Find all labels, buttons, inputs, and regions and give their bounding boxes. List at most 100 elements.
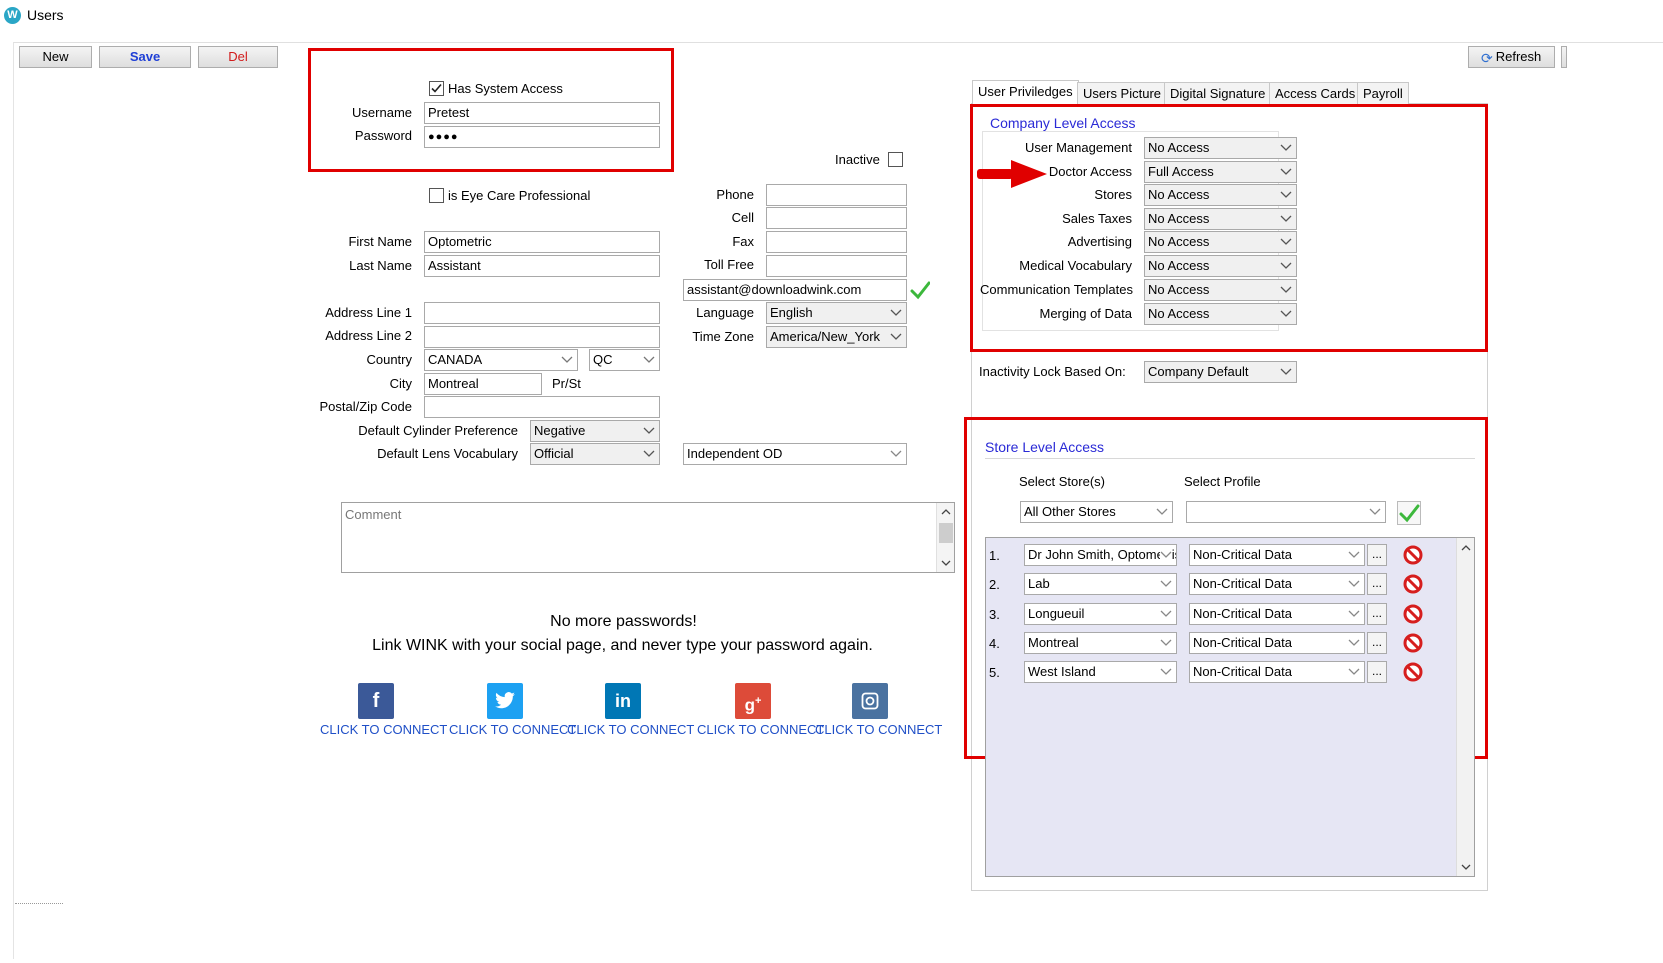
store-select[interactable]: Montreal [1024,632,1177,654]
remove-store-icon[interactable] [1403,662,1423,682]
store-select[interactable]: Lab [1024,573,1177,595]
chevron-down-icon [890,444,902,464]
communication-templates-select[interactable]: No Access [1144,279,1297,301]
comment-scrollbar[interactable] [936,503,954,572]
city-label: City [389,376,412,391]
profile-details-button[interactable]: ... [1367,573,1387,595]
refresh-button[interactable]: ⟳ Refresh [1468,46,1555,68]
toll-free-input[interactable] [766,255,907,277]
email-input[interactable]: assistant@downloadwink.com [683,279,907,301]
tab-payroll[interactable]: Payroll [1357,82,1409,104]
refresh-label: Refresh [1495,49,1542,64]
company-access-label: Medical Vocabulary [1019,258,1132,273]
od-type-select[interactable]: Independent OD [683,443,907,465]
profile-select[interactable]: Non-Critical Data [1189,603,1365,625]
eye-care-professional-checkbox[interactable] [429,188,444,203]
language-select[interactable]: English [766,302,907,324]
select-value: No Access [1148,282,1210,297]
inactive-checkbox[interactable] [888,152,903,167]
chevron-down-icon [1348,662,1360,682]
select-value: Non-Critical Data [1193,576,1292,591]
profile-details-button[interactable]: ... [1367,661,1387,683]
city-input[interactable]: Montreal [424,373,542,395]
toll-free-label: Toll Free [704,257,754,272]
store-select[interactable]: Dr John Smith, Optometrist [1024,544,1177,566]
company-access-title: Company Level Access [990,115,1136,131]
fax-input[interactable] [766,231,907,253]
username-input[interactable]: Pretest [424,102,660,124]
doctor-access-select[interactable]: Full Access [1144,161,1297,183]
sales-taxes-select[interactable]: No Access [1144,208,1297,230]
remove-store-icon[interactable] [1403,574,1423,594]
tab-access-cards[interactable]: Access Cards [1269,82,1362,104]
profile-select[interactable]: Non-Critical Data [1189,573,1365,595]
remove-store-icon[interactable] [1403,633,1423,653]
comment-textarea[interactable]: Comment [341,502,955,573]
twitter-icon[interactable] [487,683,523,719]
instagram-icon[interactable] [852,683,888,719]
store-select[interactable]: West Island [1024,661,1177,683]
profile-select[interactable]: Non-Critical Data [1189,661,1365,683]
first-name-input[interactable]: Optometric [424,231,660,253]
user-management-select[interactable]: No Access [1144,137,1297,159]
row-number: 2. [989,577,1000,592]
social-headline: No more passwords! [550,613,697,630]
store-list-scrollbar[interactable] [1456,538,1474,876]
row-number: 1. [989,548,1000,563]
red-arrow-icon [977,160,1047,188]
comment-scroll-thumb[interactable] [939,523,953,543]
linkedin-connect-link[interactable]: CLICK TO CONNECT [567,722,694,737]
select-value: Full Access [1148,164,1214,179]
address-line-1-input[interactable] [424,302,660,324]
select-value: All Other Stores [1024,504,1116,519]
add-store-profile-button[interactable] [1397,501,1421,525]
toolbar-overflow-button[interactable] [1561,46,1567,68]
profile-details-button[interactable]: ... [1367,632,1387,654]
last-name-label: Last Name [349,258,412,273]
medical-vocabulary-select[interactable]: No Access [1144,255,1297,277]
postal-code-input[interactable] [424,396,660,418]
stores-access-select[interactable]: No Access [1144,184,1297,206]
new-button[interactable]: New [19,46,92,68]
password-label: Password [354,128,412,143]
select-profile-dropdown[interactable] [1186,501,1386,523]
country-select[interactable]: CANADA [424,349,578,371]
profile-select[interactable]: Non-Critical Data [1189,632,1365,654]
postal-code-label: Postal/Zip Code [319,399,413,414]
tab-user-priviledges[interactable]: User Priviledges [972,80,1079,104]
inactivity-lock-select[interactable]: Company Default [1144,361,1297,383]
province-select[interactable]: QC [589,349,660,371]
profile-details-button[interactable]: ... [1367,544,1387,566]
select-stores-dropdown[interactable]: All Other Stores [1020,501,1173,523]
cell-input[interactable] [766,207,907,229]
twitter-connect-link[interactable]: CLICK TO CONNECT [449,722,576,737]
profile-details-button[interactable]: ... [1367,603,1387,625]
select-profile-label: Select Profile [1184,474,1261,489]
remove-store-icon[interactable] [1403,545,1423,565]
password-input[interactable]: ●●●● [424,126,660,148]
linkedin-icon[interactable]: in [605,683,641,719]
merging-of-data-select[interactable]: No Access [1144,303,1297,325]
tab-users-picture[interactable]: Users Picture [1077,82,1168,104]
lens-vocabulary-select[interactable]: Official [530,443,660,465]
advertising-select[interactable]: No Access [1144,231,1297,253]
facebook-icon[interactable]: f [358,683,394,719]
google-plus-connect-link[interactable]: CLICK TO CONNECT [697,722,824,737]
phone-input[interactable] [766,184,907,206]
address-line-2-input[interactable] [424,326,660,348]
lens-vocabulary-label: Default Lens Vocabulary [377,446,518,461]
remove-store-icon[interactable] [1403,604,1423,624]
instagram-connect-link[interactable]: CLICK TO CONNECT [815,722,942,737]
google-plus-icon[interactable]: g+ [735,683,771,719]
cylinder-preference-select[interactable]: Negative [530,420,660,442]
save-button[interactable]: Save [99,46,191,68]
delete-button[interactable]: Del [198,46,278,68]
store-select[interactable]: Longueuil [1024,603,1177,625]
profile-select[interactable]: Non-Critical Data [1189,544,1365,566]
tab-digital-signature[interactable]: Digital Signature [1164,82,1272,104]
time-zone-select[interactable]: America/New_York [766,326,907,348]
last-name-input[interactable]: Assistant [424,255,660,277]
chevron-down-icon [1160,604,1172,624]
has-system-access-checkbox[interactable] [429,81,444,96]
facebook-connect-link[interactable]: CLICK TO CONNECT [320,722,447,737]
